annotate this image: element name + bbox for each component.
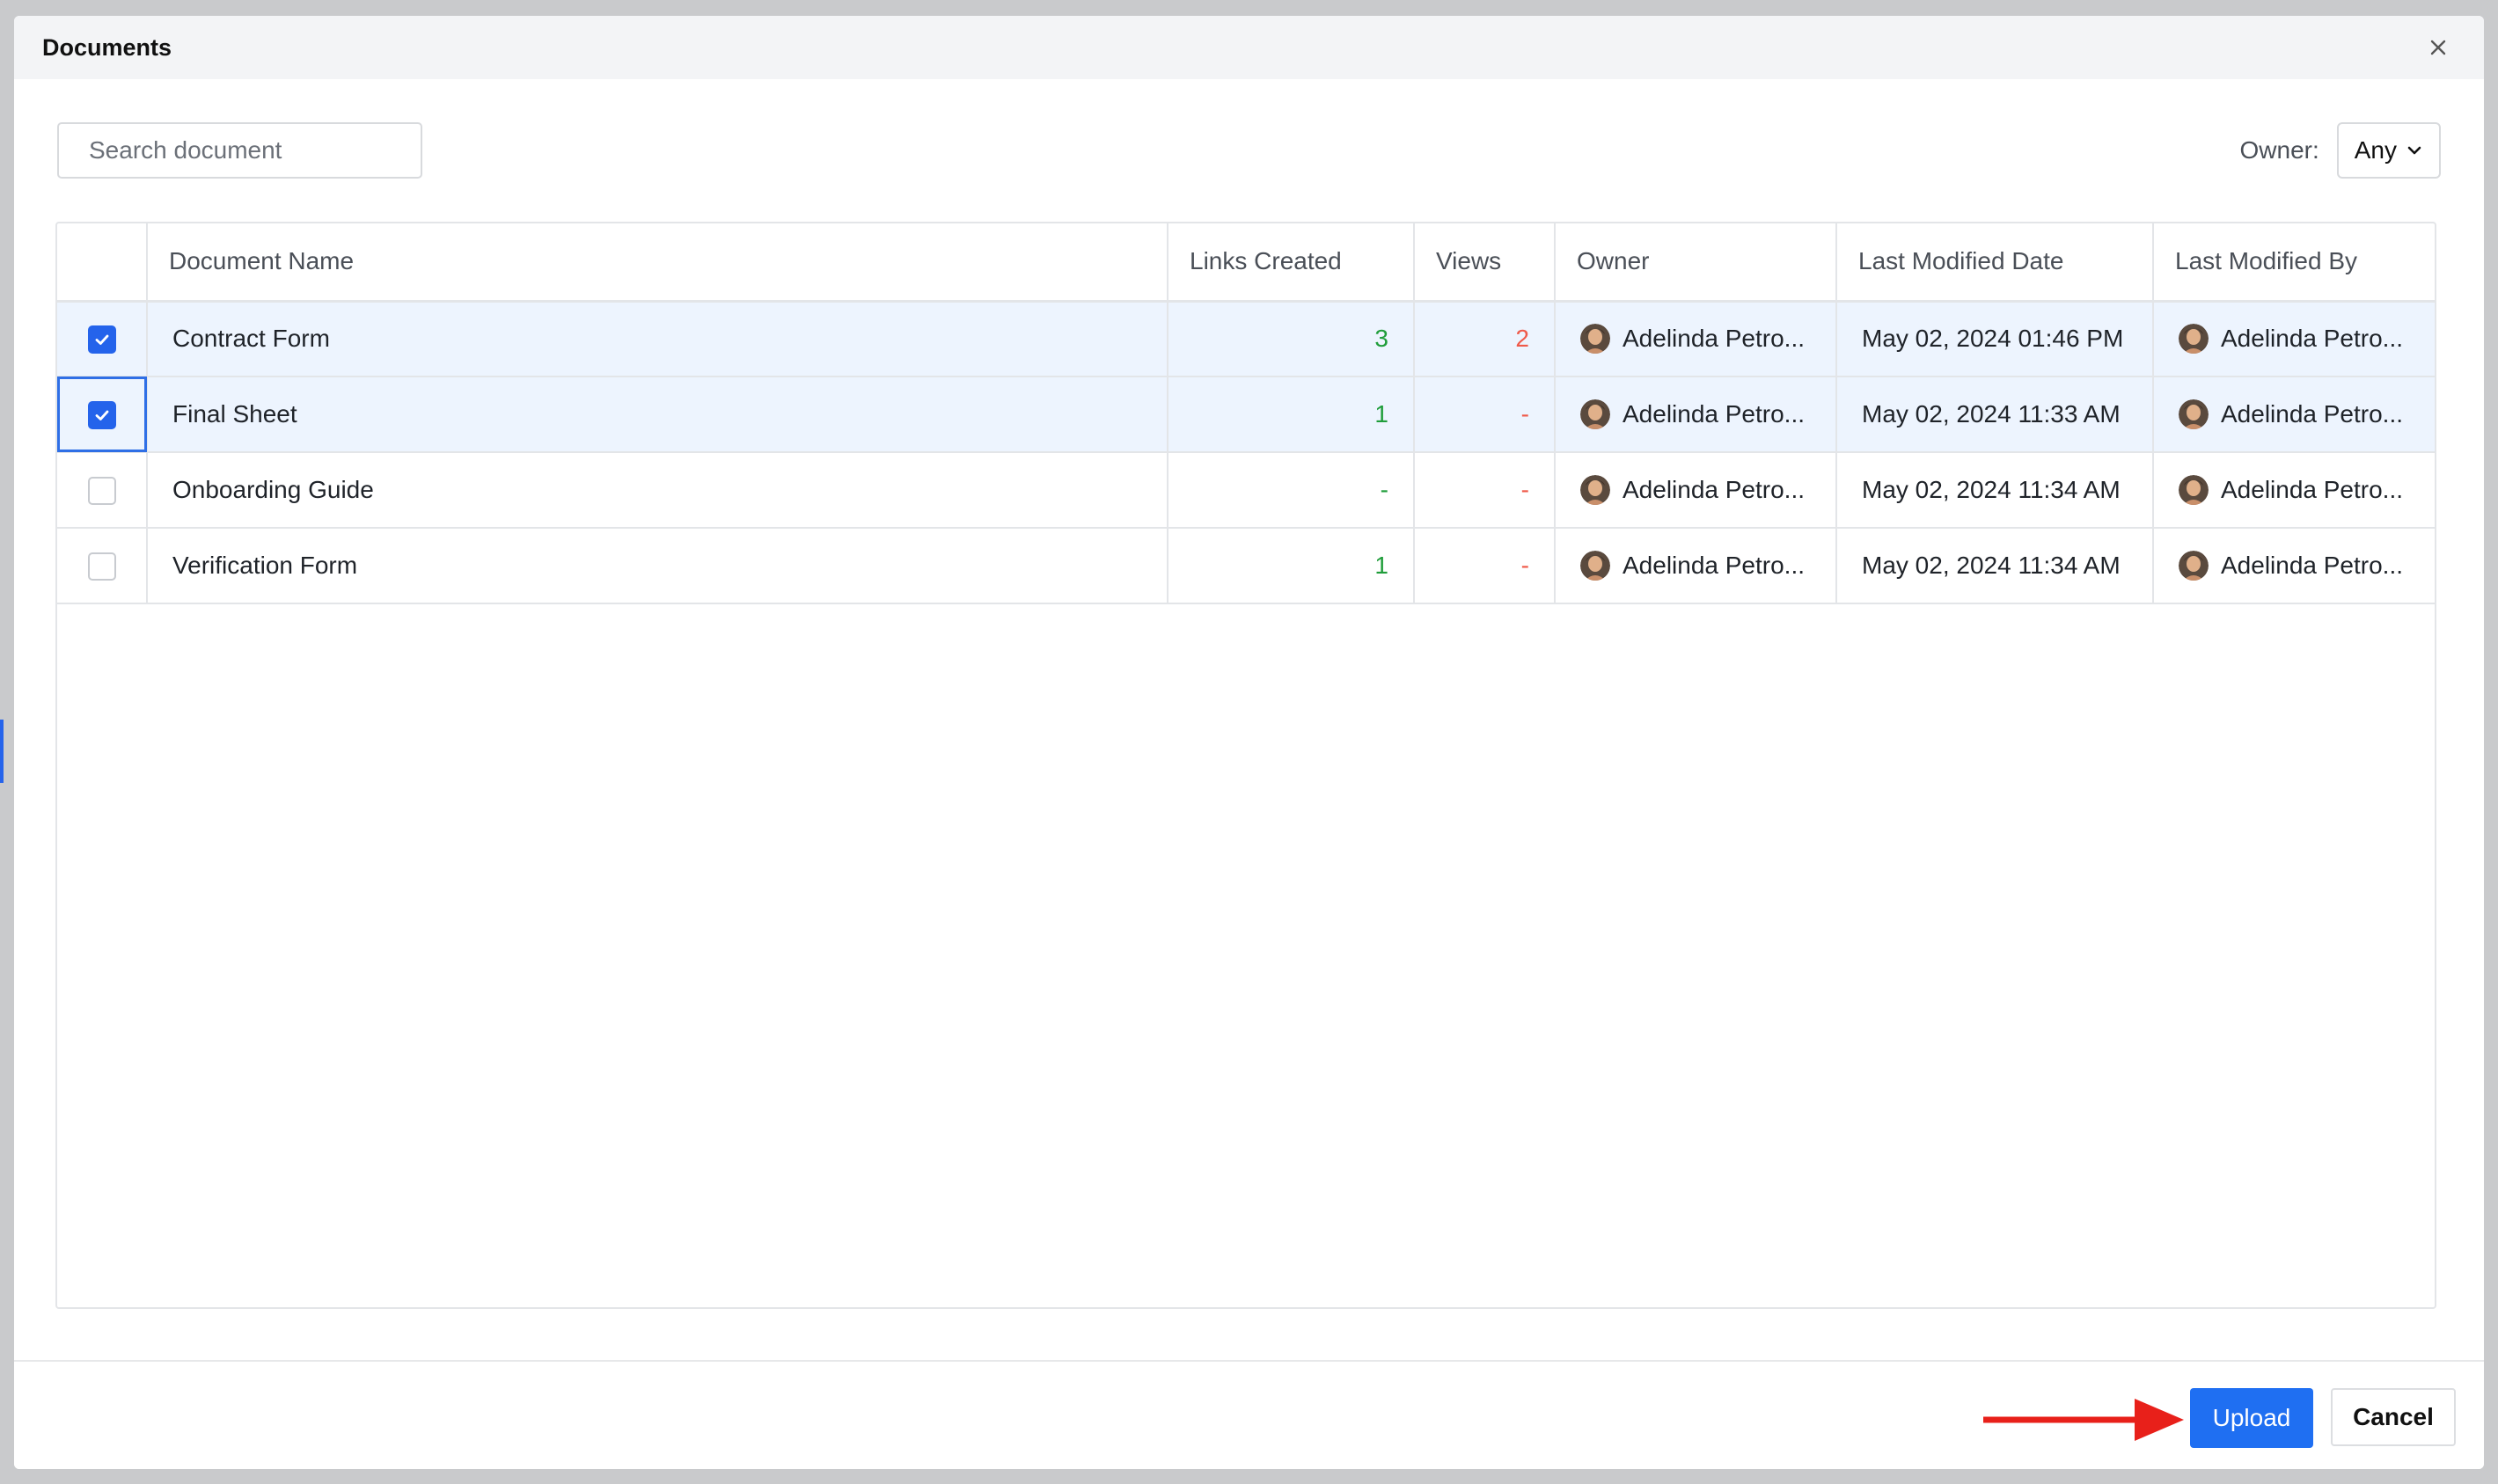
avatar (1580, 551, 1610, 581)
views: - (1414, 528, 1556, 604)
documents-dialog: Documents Owner: Any (14, 16, 2484, 1469)
document-name[interactable]: Onboarding Guide (147, 452, 1168, 529)
last-modified-by-cell: Adelinda Petro... (2153, 452, 2435, 529)
last-modified-by-cell: Adelinda Petro... (2153, 528, 2435, 604)
owner-filter-label: Owner: (2239, 136, 2319, 164)
last-modified-by-name: Adelinda Petro... (2221, 552, 2404, 579)
table-row[interactable]: Verification Form 1 - Adelinda Petro... … (57, 528, 2435, 604)
arrow-annotation-icon (1983, 1399, 2184, 1441)
row-select-cell[interactable] (57, 301, 148, 377)
toolbar: Owner: Any (57, 122, 2441, 179)
backdrop-accent (0, 720, 4, 783)
dialog-title: Documents (42, 33, 172, 61)
dialog-footer: Upload Cancel (14, 1360, 2484, 1469)
owner-name: Adelinda Petro... (1623, 325, 1806, 353)
document-name[interactable]: Contract Form (147, 301, 1168, 377)
table-row[interactable]: Onboarding Guide - - Adelinda Petro... M… (57, 452, 2435, 529)
table-header-row: Document Name Links Created Views Owner … (57, 223, 2435, 303)
search-input[interactable] (89, 136, 407, 164)
table-row[interactable]: Contract Form 3 2 Adelinda Petro... May … (57, 301, 2435, 377)
column-header-document-name[interactable]: Document Name (147, 223, 1168, 303)
close-button[interactable] (2421, 30, 2456, 65)
row-checkbox[interactable] (87, 400, 116, 429)
dialog-header: Documents (14, 16, 2484, 79)
avatar (1580, 324, 1610, 355)
row-select-cell[interactable] (57, 528, 148, 604)
last-modified-by-name: Adelinda Petro... (2221, 476, 2404, 503)
owner-cell: Adelinda Petro... (1555, 301, 1837, 377)
owner-cell: Adelinda Petro... (1555, 528, 1837, 604)
last-modified-date: May 02, 2024 01:46 PM (1836, 301, 2154, 377)
cancel-button[interactable]: Cancel (2331, 1388, 2456, 1446)
search-box[interactable] (57, 122, 422, 179)
upload-button[interactable]: Upload (2190, 1388, 2313, 1448)
avatar (2179, 324, 2209, 355)
documents-table: Document Name Links Created Views Owner … (55, 222, 2436, 1309)
column-header-links-created[interactable]: Links Created (1168, 223, 1415, 303)
avatar (2179, 551, 2209, 581)
row-checkbox[interactable] (87, 325, 116, 355)
links-created: 1 (1168, 528, 1415, 604)
last-modified-date: May 02, 2024 11:34 AM (1836, 452, 2154, 529)
column-header-views[interactable]: Views (1414, 223, 1556, 303)
views: - (1414, 376, 1556, 453)
row-checkbox[interactable] (87, 476, 116, 505)
last-modified-by-name: Adelinda Petro... (2221, 400, 2404, 428)
check-icon (95, 410, 108, 420)
check-icon (95, 334, 108, 345)
views: - (1414, 452, 1556, 529)
last-modified-date: May 02, 2024 11:33 AM (1836, 376, 2154, 453)
document-name[interactable]: Final Sheet (147, 376, 1168, 453)
owner-name: Adelinda Petro... (1623, 400, 1806, 428)
owner-cell: Adelinda Petro... (1555, 452, 1837, 529)
owner-name: Adelinda Petro... (1623, 476, 1806, 503)
views: 2 (1414, 301, 1556, 377)
chevron-down-icon (2407, 146, 2421, 155)
owner-name: Adelinda Petro... (1623, 552, 1806, 579)
links-created: - (1168, 452, 1415, 529)
avatar (2179, 399, 2209, 429)
avatar (1580, 475, 1610, 505)
document-name[interactable]: Verification Form (147, 528, 1168, 604)
owner-cell: Adelinda Petro... (1555, 376, 1837, 453)
last-modified-by-name: Adelinda Petro... (2221, 325, 2404, 353)
column-header-owner[interactable]: Owner (1555, 223, 1837, 303)
table-row[interactable]: Final Sheet 1 - Adelinda Petro... May 02… (57, 376, 2435, 453)
owner-select[interactable]: Any (2336, 122, 2441, 179)
row-select-cell[interactable] (57, 452, 148, 529)
row-checkbox[interactable] (87, 552, 116, 581)
column-header-select (57, 223, 148, 303)
last-modified-by-cell: Adelinda Petro... (2153, 376, 2435, 453)
last-modified-date: May 02, 2024 11:34 AM (1836, 528, 2154, 604)
owner-select-value: Any (2354, 136, 2397, 164)
owner-filter: Owner: Any (2239, 122, 2441, 179)
links-created: 1 (1168, 376, 1415, 453)
close-icon (2430, 40, 2446, 55)
links-created: 3 (1168, 301, 1415, 377)
column-header-last-modified-date[interactable]: Last Modified Date (1836, 223, 2154, 303)
last-modified-by-cell: Adelinda Petro... (2153, 301, 2435, 377)
row-select-cell[interactable] (57, 376, 148, 453)
avatar (2179, 475, 2209, 505)
column-header-last-modified-by[interactable]: Last Modified By (2153, 223, 2435, 303)
avatar (1580, 399, 1610, 429)
